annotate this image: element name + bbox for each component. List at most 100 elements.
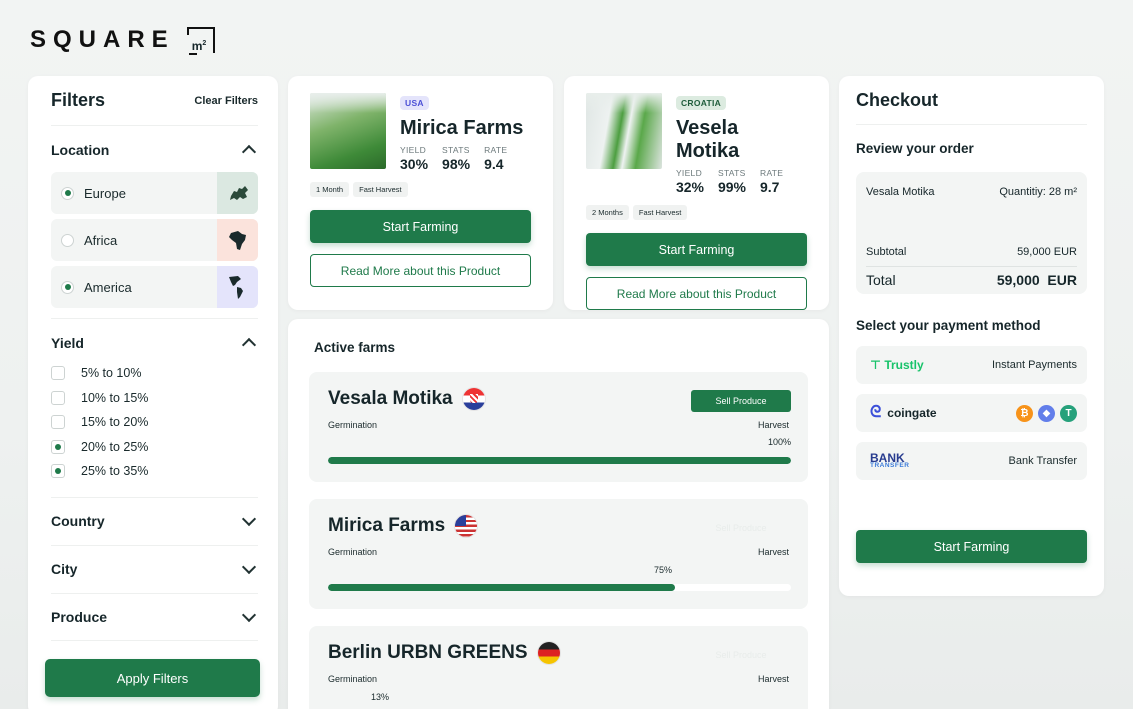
progress-bar <box>328 584 791 591</box>
progress-percent: 13% <box>371 692 390 702</box>
clear-filters-button[interactable]: Clear Filters <box>194 95 258 107</box>
sell-produce-button[interactable]: Sell Produce <box>691 517 791 539</box>
stats-value: 98% <box>442 156 471 172</box>
rate-value: 9.4 <box>484 156 504 172</box>
checkbox[interactable] <box>51 415 65 430</box>
europe-map-icon <box>217 172 258 214</box>
checkbox[interactable] <box>51 464 65 479</box>
germination-label: Germination <box>328 420 378 430</box>
yield-option[interactable]: 10% to 15% <box>51 386 258 411</box>
harvest-label: Harvest <box>757 547 789 557</box>
product-title: Mirica Farms <box>400 117 524 139</box>
brand-name: SQUARE <box>30 26 175 53</box>
product-card-vesela-motika: CROATIA Vesela Motika YIELD 32% STATS 99% … <box>564 76 829 310</box>
checkbox[interactable] <box>51 390 65 405</box>
product-title: Vesela Motika <box>675 117 740 162</box>
coingate-logo: ᘓ coingate <box>870 404 937 421</box>
farm-name: Berlin URBN GREENS <box>328 642 528 663</box>
trustly-icon: ⊤ <box>870 358 881 372</box>
start-farming-button[interactable]: Start Farming <box>310 210 531 243</box>
rate-value: 9.7 <box>760 179 780 195</box>
location-section-header[interactable]: Location <box>51 142 258 160</box>
africa-map-icon <box>217 219 258 261</box>
location-option-africa[interactable]: Africa <box>51 219 258 261</box>
harvest-tag: Fast Harvest <box>353 182 408 197</box>
read-more-button[interactable]: Read More about this Product <box>310 254 531 287</box>
coingate-icon: ᘓ <box>870 404 882 421</box>
bank-transfer-logo: BANK TRANSFER <box>870 450 910 470</box>
yield-option[interactable]: 15% to 20% <box>51 410 258 435</box>
duration-tag: 2 Months <box>586 205 629 220</box>
checkout-start-farming-button[interactable]: Start Farming <box>856 530 1087 563</box>
sell-produce-button[interactable]: Sell Produce <box>691 390 791 412</box>
product-card-mirica-farms: USA Mirica Farms YIELD 30% STATS 98% RATE 9… <box>288 76 553 310</box>
farm-name: Vesala Motika <box>328 388 453 409</box>
chevron-up-icon <box>241 337 257 353</box>
active-farms-panel: Active farms Vesala Motika Sell Produce … <box>288 319 829 709</box>
usa-flag-icon <box>455 515 478 537</box>
progress-bar <box>328 457 791 464</box>
bitcoin-icon: ₿ <box>1016 404 1033 422</box>
farm-name: Mirica Farms <box>328 515 446 536</box>
country-badge: CROATIA <box>675 96 727 110</box>
active-farm-card: Vesala Motika Sell Produce Germination Ha… <box>309 372 808 482</box>
product-image <box>310 93 386 169</box>
payment-option-trustly[interactable]: ⊤ Trustly Instant Payments <box>856 346 1087 384</box>
checkbox[interactable] <box>51 366 65 381</box>
read-more-button[interactable]: Read More about this Product <box>586 277 807 310</box>
yield-option[interactable]: 25% to 35% <box>51 459 258 484</box>
checkout-title: Checkout <box>856 90 1087 125</box>
subtotal-value: 59,000 EUR <box>1017 246 1077 258</box>
ethereum-icon: ◆ <box>1038 404 1055 422</box>
brand-logo[interactable]: SQUARE m2 <box>30 26 215 55</box>
checkout-panel: Checkout Review your order Vesala Motika… <box>839 76 1104 596</box>
location-option-america[interactable]: America <box>51 266 258 308</box>
total-label: Total <box>866 272 896 288</box>
yield-value: 32% <box>675 179 704 195</box>
yield-section-header[interactable]: Yield <box>51 335 258 353</box>
active-farm-card: Berlin URBN GREENS Sell Produce Germinat… <box>309 626 808 709</box>
radio-button[interactable] <box>61 233 74 247</box>
harvest-label: Harvest <box>757 674 789 684</box>
sell-produce-button[interactable]: Sell Produce <box>691 644 791 666</box>
harvest-tag: Fast Harvest <box>632 205 688 220</box>
america-map-icon <box>217 266 258 308</box>
apply-filters-button[interactable]: Apply Filters <box>45 659 260 697</box>
produce-section-header[interactable]: Produce <box>51 592 258 641</box>
chevron-down-icon <box>241 607 257 622</box>
order-quantity: Quantitiy: 28 m² <box>999 186 1077 198</box>
payment-method-title: Select your payment method <box>856 318 1041 333</box>
order-summary: Vesala Motika Quantitiy: 28 m² Subtotal … <box>856 172 1087 294</box>
croatia-flag-icon <box>462 388 485 410</box>
yield-option[interactable]: 20% to 25% <box>51 435 258 460</box>
chevron-up-icon <box>241 144 257 160</box>
harvest-label: Harvest <box>757 420 789 430</box>
payment-option-coingate[interactable]: ᘓ coingate ₿ ◆ T <box>856 394 1087 432</box>
stats-value: 99% <box>717 179 746 195</box>
subtotal-label: Subtotal <box>866 246 907 258</box>
trustly-logo: ⊤ Trustly <box>870 358 924 372</box>
start-farming-button[interactable]: Start Farming <box>586 233 807 266</box>
yield-option[interactable]: 5% to 10% <box>51 361 258 386</box>
chevron-down-icon <box>241 511 257 527</box>
country-section-header[interactable]: Country <box>51 496 258 545</box>
yield-value: 30% <box>400 156 429 172</box>
tether-icon: T <box>1060 404 1077 422</box>
total-value: 59,000 EUR <box>996 272 1077 288</box>
location-option-europe[interactable]: Europe <box>51 172 258 214</box>
active-farms-title: Active farms <box>314 340 396 355</box>
product-image <box>586 93 662 169</box>
radio-button[interactable] <box>61 186 74 200</box>
country-badge: USA <box>400 96 429 110</box>
checkbox[interactable] <box>51 439 65 454</box>
filters-title: Filters <box>51 90 106 110</box>
filters-panel: Filters Clear Filters Location Europe Af… <box>28 76 278 709</box>
progress-percent: 75% <box>654 565 673 575</box>
germany-flag-icon <box>537 642 560 664</box>
progress-percent: 100% <box>767 437 791 447</box>
radio-button[interactable] <box>61 280 74 294</box>
city-section-header[interactable]: City <box>51 544 258 593</box>
review-order-title: Review your order <box>856 141 974 156</box>
payment-option-bank-transfer[interactable]: BANK TRANSFER Bank Transfer <box>856 442 1087 480</box>
germination-label: Germination <box>328 547 378 557</box>
